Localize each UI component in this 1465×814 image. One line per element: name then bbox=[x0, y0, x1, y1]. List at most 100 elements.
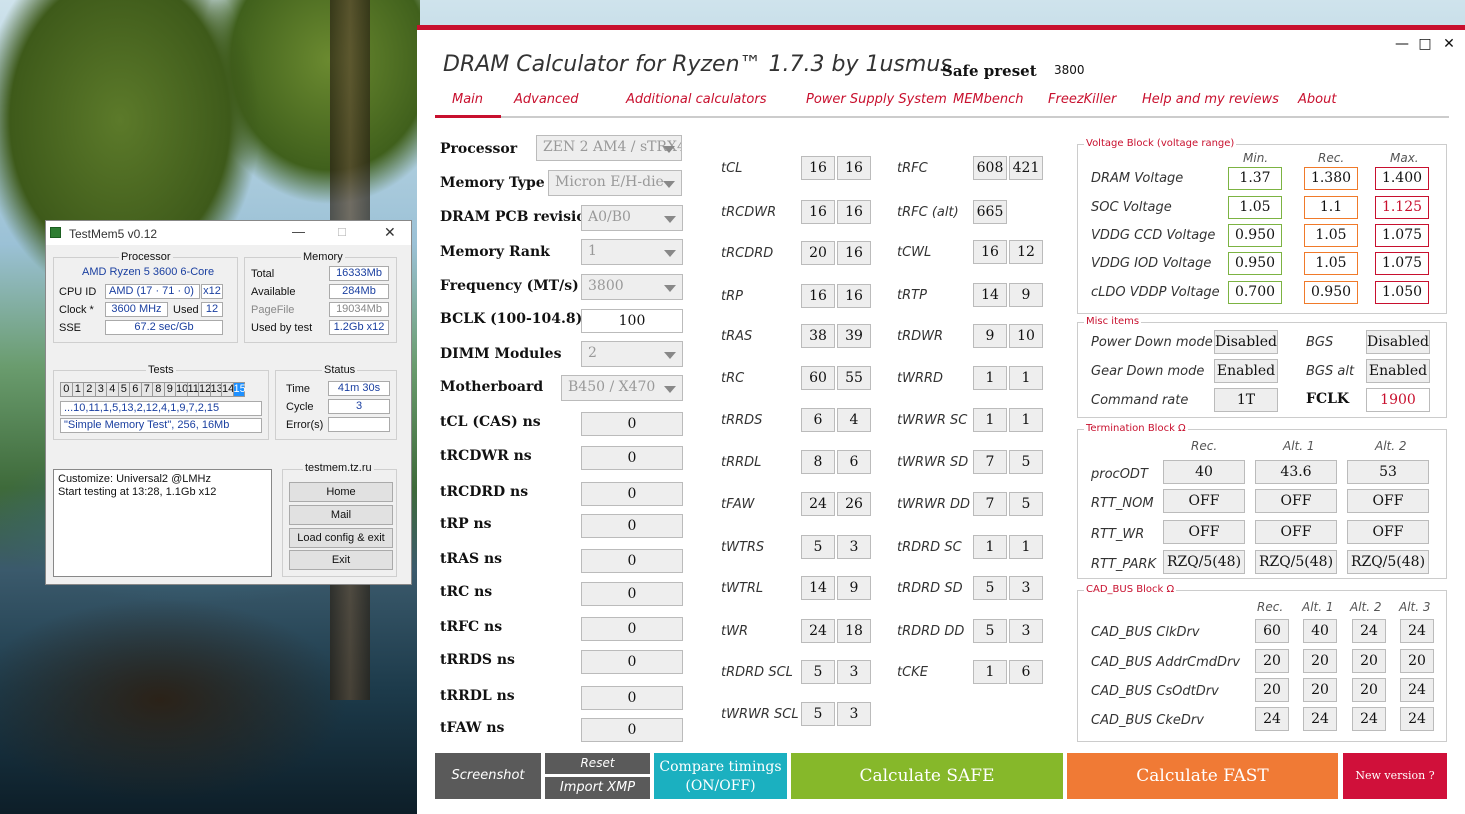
cadbus-value[interactable]: 24 bbox=[1400, 707, 1434, 731]
timing-value-a[interactable]: 8 bbox=[801, 450, 835, 474]
voltage-rec-value[interactable]: 1.05 bbox=[1304, 252, 1358, 275]
timing-value-a[interactable]: 9 bbox=[973, 324, 1007, 348]
cadbus-value[interactable]: 20 bbox=[1303, 678, 1337, 702]
cadbus-value[interactable]: 24 bbox=[1352, 707, 1386, 731]
ns-field-input[interactable]: 0 bbox=[581, 617, 683, 641]
testmem-minimize-icon[interactable]: — bbox=[292, 224, 305, 239]
timing-value-b[interactable]: 16 bbox=[837, 241, 871, 265]
pcb-revision-select[interactable]: A0/B0 bbox=[581, 205, 683, 231]
timing-value-b[interactable]: 3 bbox=[837, 702, 871, 726]
ns-field-input[interactable]: 0 bbox=[581, 514, 683, 538]
timing-value-b[interactable]: 1 bbox=[1009, 535, 1043, 559]
timing-value-a[interactable]: 16 bbox=[973, 240, 1007, 264]
timing-value-a[interactable]: 1 bbox=[973, 408, 1007, 432]
timing-value-a[interactable]: 5 bbox=[973, 619, 1007, 643]
timing-value-a[interactable]: 1 bbox=[973, 660, 1007, 684]
tab-additional-calculators[interactable]: Additional calculators bbox=[626, 92, 766, 107]
tm-exit-button[interactable]: Exit bbox=[289, 550, 393, 570]
tm-load-config-button[interactable]: Load config & exit bbox=[289, 528, 393, 548]
timing-value-a[interactable]: 16 bbox=[801, 200, 835, 224]
cadbus-value[interactable]: 20 bbox=[1255, 678, 1289, 702]
minimize-button[interactable]: — bbox=[1392, 36, 1412, 52]
command-rate-value[interactable]: 1T bbox=[1214, 388, 1278, 412]
ns-field-input[interactable]: 0 bbox=[581, 549, 683, 573]
cadbus-value[interactable]: 24 bbox=[1352, 619, 1386, 643]
cadbus-value[interactable]: 24 bbox=[1255, 707, 1289, 731]
timing-value-a[interactable]: 1 bbox=[973, 535, 1007, 559]
timing-value-a[interactable]: 5 bbox=[801, 660, 835, 684]
cadbus-value[interactable]: 20 bbox=[1303, 649, 1337, 673]
frequency-select[interactable]: 3800 bbox=[581, 274, 683, 300]
termination-value[interactable]: RZQ/5(48) bbox=[1163, 550, 1245, 574]
tab-help-reviews[interactable]: Help and my reviews bbox=[1142, 92, 1279, 107]
voltage-rec-value[interactable]: 1.1 bbox=[1304, 196, 1358, 219]
timing-value-b[interactable]: 6 bbox=[1009, 660, 1043, 684]
timing-value-a[interactable]: 24 bbox=[801, 619, 835, 643]
cadbus-value[interactable]: 24 bbox=[1400, 678, 1434, 702]
timing-value-a[interactable]: 24 bbox=[801, 492, 835, 516]
cadbus-value[interactable]: 20 bbox=[1400, 649, 1434, 673]
cadbus-value[interactable]: 60 bbox=[1255, 619, 1289, 643]
new-version-button[interactable]: New version ? bbox=[1343, 753, 1447, 799]
calculate-fast-button[interactable]: Calculate FAST bbox=[1067, 753, 1338, 799]
testmem-close-icon[interactable]: ✕ bbox=[384, 224, 396, 241]
gear-down-value[interactable]: Enabled bbox=[1214, 359, 1278, 383]
tab-freezkiller[interactable]: FreezKiller bbox=[1048, 92, 1116, 107]
termination-value[interactable]: 43.6 bbox=[1255, 460, 1337, 484]
termination-value[interactable]: 40 bbox=[1163, 460, 1245, 484]
timing-value-a[interactable]: 7 bbox=[973, 492, 1007, 516]
timing-value-b[interactable]: 18 bbox=[837, 619, 871, 643]
timing-value-a[interactable]: 5 bbox=[801, 535, 835, 559]
bclk-input[interactable]: 100 bbox=[581, 309, 683, 333]
cadbus-value[interactable]: 20 bbox=[1352, 649, 1386, 673]
timing-value-a[interactable]: 20 bbox=[801, 241, 835, 265]
termination-value[interactable]: OFF bbox=[1347, 520, 1429, 544]
voltage-max-value[interactable]: 1.075 bbox=[1375, 252, 1429, 275]
voltage-max-value[interactable]: 1.075 bbox=[1375, 224, 1429, 247]
timing-value-a[interactable]: 16 bbox=[801, 156, 835, 180]
ns-field-input[interactable]: 0 bbox=[581, 718, 683, 742]
timing-value-b[interactable]: 6 bbox=[837, 450, 871, 474]
cadbus-value[interactable]: 20 bbox=[1352, 678, 1386, 702]
timing-value-b[interactable]: 3 bbox=[1009, 619, 1043, 643]
cadbus-value[interactable]: 24 bbox=[1400, 619, 1434, 643]
memory-type-select[interactable]: Micron E/H-die bbox=[548, 170, 682, 196]
termination-value[interactable]: RZQ/5(48) bbox=[1347, 550, 1429, 574]
timing-value-b[interactable]: 3 bbox=[837, 660, 871, 684]
tm-log[interactable]: Customize: Universal2 @LMHz Start testin… bbox=[53, 469, 272, 577]
tab-power-supply-system[interactable]: Power Supply System bbox=[806, 92, 947, 107]
bgs-alt-value[interactable]: Enabled bbox=[1366, 359, 1430, 383]
timing-value-b[interactable]: 26 bbox=[837, 492, 871, 516]
voltage-max-value[interactable]: 1.125 bbox=[1375, 196, 1429, 219]
voltage-min-value[interactable]: 1.37 bbox=[1228, 167, 1282, 190]
timing-value-a[interactable]: 38 bbox=[801, 324, 835, 348]
compare-timings-button[interactable]: Compare timings (ON/OFF) bbox=[654, 753, 787, 799]
memory-rank-select[interactable]: 1 bbox=[581, 239, 683, 265]
tm-home-button[interactable]: Home bbox=[289, 482, 393, 502]
timing-value-a[interactable]: 6 bbox=[801, 408, 835, 432]
timing-value-b[interactable]: 10 bbox=[1009, 324, 1043, 348]
timing-value-b[interactable]: 39 bbox=[837, 324, 871, 348]
close-button[interactable]: ✕ bbox=[1439, 36, 1459, 52]
timing-value-a[interactable]: 16 bbox=[801, 284, 835, 308]
tab-about[interactable]: About bbox=[1298, 92, 1336, 107]
timing-value-b[interactable]: 16 bbox=[837, 156, 871, 180]
termination-value[interactable]: RZQ/5(48) bbox=[1255, 550, 1337, 574]
timing-value-a[interactable]: 1 bbox=[973, 366, 1007, 390]
ns-field-input[interactable]: 0 bbox=[581, 686, 683, 710]
timing-value-b[interactable]: 421 bbox=[1009, 156, 1043, 180]
termination-value[interactable]: OFF bbox=[1347, 489, 1429, 513]
timing-value-b[interactable]: 5 bbox=[1009, 492, 1043, 516]
power-down-value[interactable]: Disabled bbox=[1214, 330, 1278, 354]
termination-value[interactable]: OFF bbox=[1163, 489, 1245, 513]
import-xmp-button[interactable]: Import XMP bbox=[545, 777, 650, 799]
timing-value-b[interactable]: 55 bbox=[837, 366, 871, 390]
timing-value-a[interactable]: 7 bbox=[973, 450, 1007, 474]
ns-field-input[interactable]: 0 bbox=[581, 412, 683, 436]
voltage-max-value[interactable]: 1.400 bbox=[1375, 167, 1429, 190]
termination-value[interactable]: 53 bbox=[1347, 460, 1429, 484]
maximize-button[interactable]: □ bbox=[1415, 36, 1435, 52]
timing-value-b[interactable]: 4 bbox=[837, 408, 871, 432]
timing-value-b[interactable]: 1 bbox=[1009, 408, 1043, 432]
timing-value-b[interactable]: 3 bbox=[837, 535, 871, 559]
